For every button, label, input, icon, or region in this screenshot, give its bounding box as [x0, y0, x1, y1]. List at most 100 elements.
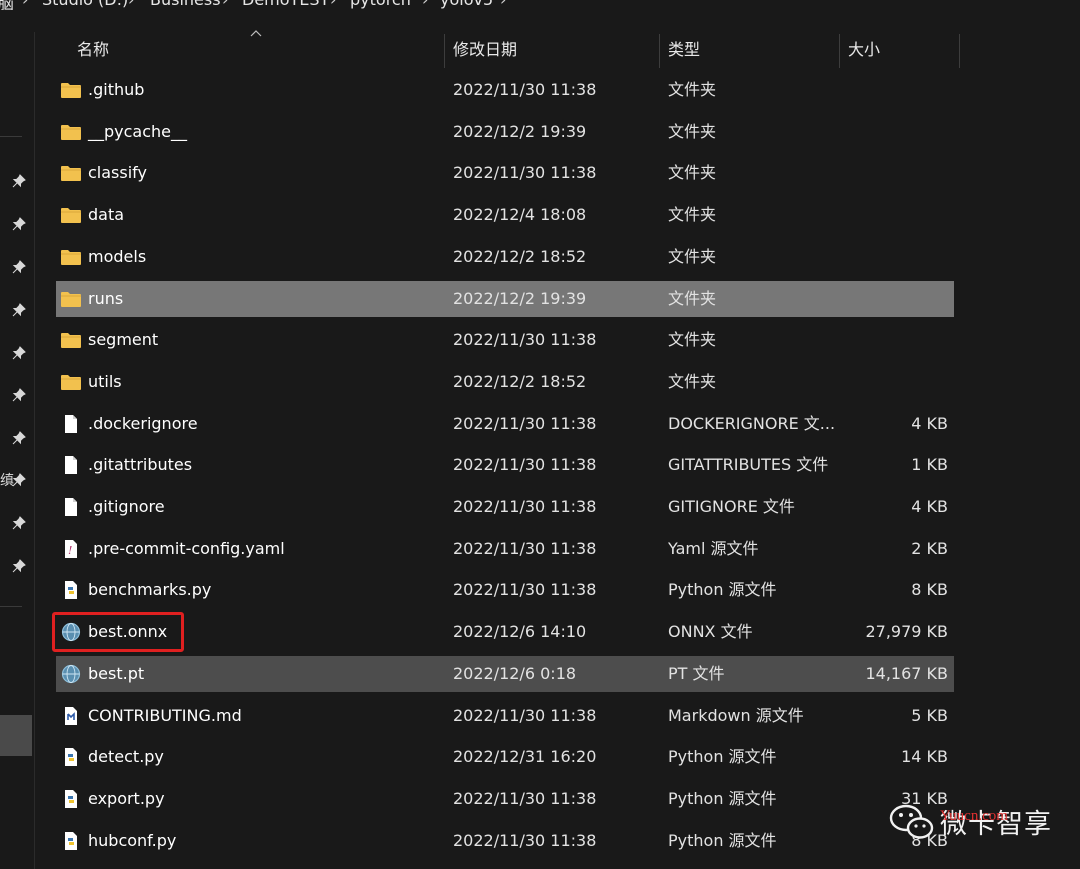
- file-name: data: [88, 205, 125, 225]
- file-modified-date: 2022/12/6 14:10: [453, 622, 587, 642]
- file-name: models: [88, 246, 147, 266]
- watermark-site: Yuucn.com: [940, 808, 1008, 824]
- file-type: 文件夹: [668, 121, 717, 141]
- file-row[interactable]: .gitattributes 2022/11/30 11:38 GITATTRIBU…: [56, 447, 954, 483]
- column-header-name[interactable]: 名称: [77, 32, 109, 68]
- file-type: Python 源文件: [668, 830, 777, 850]
- nav-divider: [0, 136, 22, 137]
- wechat-icon: [889, 804, 934, 839]
- file-modified-date: 2022/11/30 11:38: [453, 580, 597, 600]
- file-type: PT 文件: [668, 663, 725, 683]
- pin-icon[interactable]: [12, 473, 26, 487]
- file-row[interactable]: best.onnx 2022/12/6 14:10 ONNX 文件 27,979 KB: [56, 614, 954, 650]
- file-size: 27,979 KB: [865, 622, 948, 642]
- file-modified-date: 2022/11/30 11:38: [453, 80, 597, 99]
- chevron-right-icon: ›: [128, 0, 134, 9]
- file-modified-date: 2022/12/2 19:39: [453, 288, 587, 308]
- file-name: detect.py: [88, 747, 164, 767]
- breadcrumb-item[interactable]: Studio (D:): [42, 0, 128, 9]
- file-modified-date: 2022/12/6 0:18: [453, 663, 577, 683]
- file-row[interactable]: benchmarks.py 2022/11/30 11:38 Python 源文件 8…: [56, 572, 954, 608]
- file-row[interactable]: best.pt 2022/12/6 0:18 PT 文件 14,167 KB: [56, 655, 954, 692]
- file-name: .dockerignore: [88, 413, 198, 433]
- column-divider[interactable]: [839, 34, 840, 68]
- markdown-file-icon: [65, 706, 77, 725]
- breadcrumb-item[interactable]: DemoTEST: [242, 0, 329, 9]
- pin-icon[interactable]: [12, 217, 26, 231]
- chevron-right-icon: ›: [222, 0, 228, 9]
- pin-icon[interactable]: [12, 559, 26, 573]
- python-file-icon: [65, 789, 77, 808]
- column-header-date[interactable]: 修改日期: [453, 32, 517, 68]
- python-file-icon: [65, 581, 77, 600]
- file-icon: [65, 498, 77, 516]
- file-modified-date: 2022/11/30 11:38: [453, 497, 597, 516]
- pin-icon[interactable]: [12, 303, 26, 317]
- pin-icon[interactable]: [12, 388, 26, 402]
- folder-icon: [61, 83, 81, 98]
- file-modified-date: 2022/11/30 11:38: [453, 705, 597, 725]
- column-header-type[interactable]: 类型: [668, 32, 700, 68]
- file-name: __pycache__: [88, 121, 188, 141]
- column-divider[interactable]: [959, 34, 960, 68]
- chevron-right-icon: ›: [422, 0, 428, 9]
- file-modified-date: 2022/11/30 11:38: [453, 330, 597, 350]
- file-type: Markdown 源文件: [668, 705, 804, 725]
- file-row[interactable]: hubconf.py 2022/11/30 11:38 Python 源文件 8 KB: [56, 823, 954, 859]
- file-modified-date: 2022/12/2 19:39: [453, 121, 587, 141]
- file-name: utils: [88, 371, 122, 391]
- file-type: 文件夹: [668, 288, 717, 308]
- file-row[interactable]: __pycache__ 2022/12/2 19:39 文件夹: [56, 114, 954, 150]
- breadcrumb: 脑 › Studio (D:) › Business › DemoTEST › …: [0, 0, 1080, 10]
- column-divider[interactable]: [659, 34, 660, 68]
- breadcrumb-item[interactable]: pytorch: [350, 0, 411, 9]
- file-row[interactable]: .github 2022/11/30 11:38 文件夹: [56, 72, 954, 108]
- file-name: .gitignore: [88, 497, 165, 516]
- file-name: .pre-commit-config.yaml: [88, 538, 285, 558]
- file-name: CONTRIBUTING.md: [88, 705, 242, 725]
- file-type: 文件夹: [668, 163, 717, 183]
- svg-text:!: !: [68, 544, 72, 557]
- nav-divider: [0, 606, 22, 607]
- file-name: segment: [88, 330, 159, 350]
- breadcrumb-item[interactable]: yolov5: [440, 0, 493, 9]
- file-name: benchmarks.py: [88, 580, 212, 600]
- file-row[interactable]: utils 2022/12/2 18:52 文件夹: [56, 364, 954, 400]
- file-row[interactable]: .dockerignore 2022/11/30 11:38 DOCKERIGNOR…: [56, 406, 954, 442]
- file-row[interactable]: export.py 2022/11/30 11:38 Python 源文件 31 KB: [56, 781, 954, 817]
- file-name: export.py: [88, 788, 165, 808]
- file-row[interactable]: CONTRIBUTING.md 2022/11/30 11:38 Markdown …: [56, 698, 954, 734]
- column-header-size[interactable]: 大小: [848, 32, 880, 68]
- column-divider[interactable]: [444, 34, 445, 68]
- pin-icon[interactable]: [12, 260, 26, 274]
- file-size: 8 KB: [911, 580, 948, 600]
- file-size: 5 KB: [911, 705, 948, 725]
- file-row[interactable]: runs 2022/12/2 19:39 文件夹: [56, 280, 954, 317]
- file-type: Python 源文件: [668, 788, 777, 808]
- pin-icon[interactable]: [12, 174, 26, 188]
- nav-item-selected[interactable]: [0, 715, 32, 756]
- column-header-row: 名称 修改日期 类型 大小: [36, 30, 1080, 68]
- file-size: 4 KB: [911, 497, 948, 516]
- file-row[interactable]: segment 2022/11/30 11:38 文件夹: [56, 322, 954, 358]
- file-row[interactable]: models 2022/12/2 18:52 文件夹: [56, 239, 954, 275]
- file-modified-date: 2022/12/31 16:20: [453, 747, 597, 767]
- pin-icon[interactable]: [12, 516, 26, 530]
- file-size: 1 KB: [911, 455, 948, 475]
- file-icon: [65, 456, 77, 475]
- file-row[interactable]: .gitignore 2022/11/30 11:38 GITIGNORE 文件 4 …: [56, 489, 954, 525]
- file-type: GITIGNORE 文件: [668, 497, 795, 516]
- file-row[interactable]: data 2022/12/4 18:08 文件夹: [56, 197, 954, 233]
- file-row[interactable]: classify 2022/11/30 11:38 文件夹: [56, 155, 954, 191]
- file-name: best.pt: [88, 663, 145, 683]
- breadcrumb-item[interactable]: Business: [150, 0, 221, 9]
- pin-icon[interactable]: [12, 346, 26, 360]
- file-size: 14 KB: [901, 747, 948, 767]
- file-row[interactable]: ! .pre-commit-config.yaml 2022/11/30 11:38…: [56, 531, 954, 567]
- file-row[interactable]: detect.py 2022/12/31 16:20 Python 源文件 14 KB: [56, 739, 954, 775]
- file-modified-date: 2022/11/30 11:38: [453, 830, 597, 850]
- file-size: 14,167 KB: [865, 663, 948, 683]
- breadcrumb-item[interactable]: 脑: [0, 0, 14, 10]
- pin-icon[interactable]: [12, 431, 26, 445]
- python-file-icon: [65, 831, 77, 850]
